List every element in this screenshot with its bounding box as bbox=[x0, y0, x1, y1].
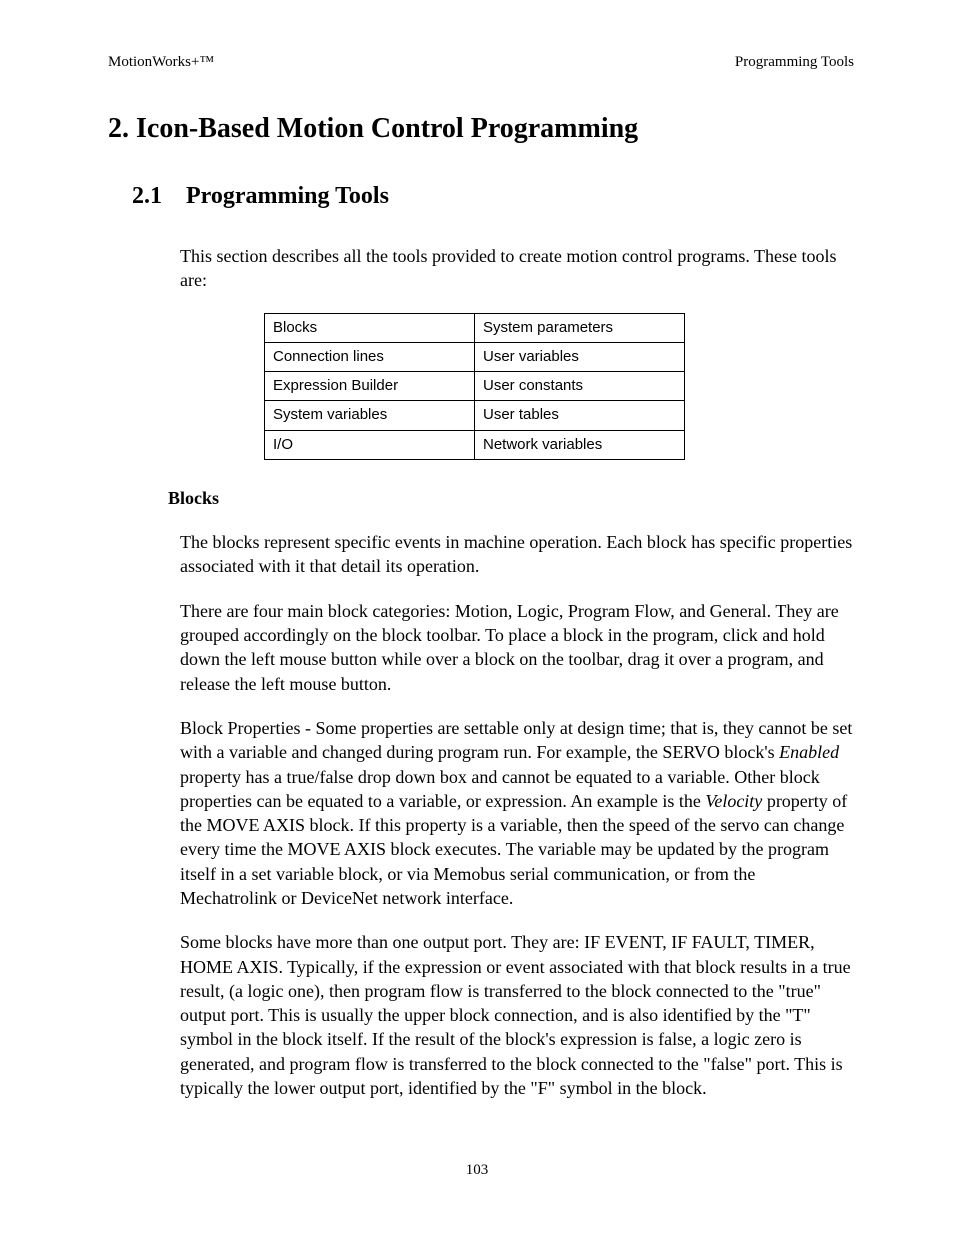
blocks-paragraph-1: The blocks represent specific events in … bbox=[180, 530, 854, 579]
blocks-paragraph-3: Block Properties - Some properties are s… bbox=[180, 716, 854, 910]
table-row: System variables User tables bbox=[265, 401, 685, 430]
blocks-paragraph-4: Some blocks have more than one output po… bbox=[180, 930, 854, 1100]
table-row: Blocks System parameters bbox=[265, 313, 685, 342]
page-number: 103 bbox=[0, 1162, 954, 1179]
table-cell: Connection lines bbox=[265, 342, 475, 371]
table-row: I/O Network variables bbox=[265, 430, 685, 459]
table-cell: User tables bbox=[475, 401, 685, 430]
table-cell: System parameters bbox=[475, 313, 685, 342]
table-cell: User variables bbox=[475, 342, 685, 371]
intro-paragraph: This section describes all the tools pro… bbox=[180, 244, 854, 293]
table-cell: User constants bbox=[475, 372, 685, 401]
table-cell: Expression Builder bbox=[265, 372, 475, 401]
tools-table: Blocks System parameters Connection line… bbox=[264, 313, 685, 460]
table-row: Connection lines User variables bbox=[265, 342, 685, 371]
table-row: Expression Builder User constants bbox=[265, 372, 685, 401]
section-title: Programming Tools bbox=[186, 183, 389, 210]
running-header: MotionWorks+™ Programming Tools bbox=[108, 54, 854, 71]
blocks-subheading: Blocks bbox=[168, 486, 854, 510]
text-run: Block Properties - Some properties are s… bbox=[180, 718, 852, 762]
chapter-title: 2. Icon-Based Motion Control Programming bbox=[108, 113, 854, 145]
blocks-paragraph-2: There are four main block categories: Mo… bbox=[180, 599, 854, 696]
header-right: Programming Tools bbox=[735, 54, 854, 71]
table-cell: Network variables bbox=[475, 430, 685, 459]
table-cell: Blocks bbox=[265, 313, 475, 342]
section-number: 2.1 bbox=[132, 183, 162, 210]
section-heading: 2.1 Programming Tools bbox=[132, 183, 854, 210]
emphasis-velocity: Velocity bbox=[705, 791, 762, 811]
table-cell: System variables bbox=[265, 401, 475, 430]
header-left: MotionWorks+™ bbox=[108, 54, 214, 71]
table-cell: I/O bbox=[265, 430, 475, 459]
emphasis-enabled: Enabled bbox=[779, 742, 839, 762]
